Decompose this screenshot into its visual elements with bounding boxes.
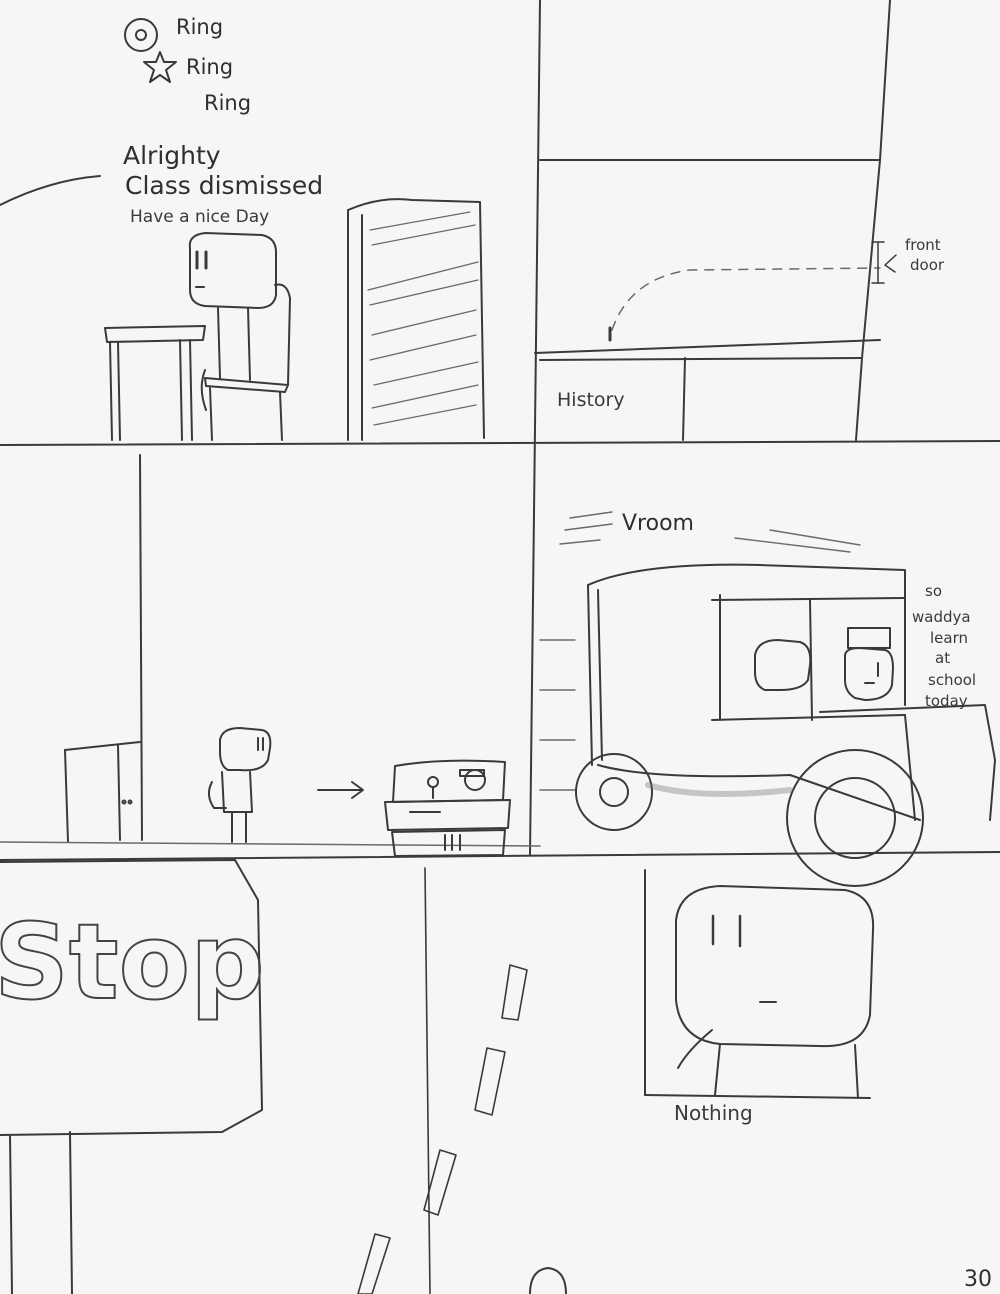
dad-speech-5: school <box>928 671 976 689</box>
panel-kid-reply: Nothing <box>674 885 875 1125</box>
sfx-ring-1: Ring <box>176 15 223 39</box>
dad-speech-3: learn <box>930 629 968 647</box>
dad-speech-6: today <box>925 692 968 710</box>
panel-leaving-school <box>0 454 541 857</box>
school-building <box>0 454 541 847</box>
sfx-ring-2: Ring <box>186 55 233 79</box>
panel-car-closeup: Vroom so waddya learn at school today <box>539 511 996 887</box>
dad-speech-1: so <box>925 582 942 600</box>
teacher-desk <box>104 325 206 441</box>
panel-classroom: Ring Ring Ring Alrighty Class dismissed … <box>0 15 485 441</box>
dad-speech-4: at <box>935 649 950 667</box>
teacher-speech-line-3: Have a nice Day <box>130 207 269 227</box>
comic-drawing: Ring Ring Ring Alrighty Class dismissed … <box>0 0 1000 1294</box>
sfx-vroom: Vroom <box>622 511 694 536</box>
sfx-ring-3: Ring <box>204 91 251 115</box>
kid-reply-text: Nothing <box>674 1101 753 1125</box>
teacher-speech-line-1: Alrighty <box>123 141 221 170</box>
classroom-door <box>347 198 485 441</box>
speed-lines <box>539 511 861 791</box>
teacher-speech-line-2: Class dismissed <box>125 171 323 200</box>
front-door-marker <box>871 241 897 284</box>
panel-stop-sign: Stop <box>0 859 567 1294</box>
bell-icon <box>124 18 177 83</box>
dad-speech-2: waddya <box>912 608 971 626</box>
kid-face-closeup <box>675 885 875 1099</box>
road <box>357 867 528 1294</box>
label-door: door <box>910 256 945 274</box>
label-history: History <box>557 389 625 411</box>
label-front: front <box>905 236 941 254</box>
head-top <box>529 1267 567 1294</box>
dashed-path <box>611 267 881 331</box>
kid-character <box>208 727 272 843</box>
comic-page: Ring Ring Ring Alrighty Class dismissed … <box>0 0 1000 1294</box>
page-number: 30 <box>964 1267 992 1292</box>
stop-sign-text: Stop <box>0 901 265 1023</box>
small-car <box>384 759 511 857</box>
panel-hallway: front door History <box>534 159 945 441</box>
arrow-icon <box>317 781 364 799</box>
